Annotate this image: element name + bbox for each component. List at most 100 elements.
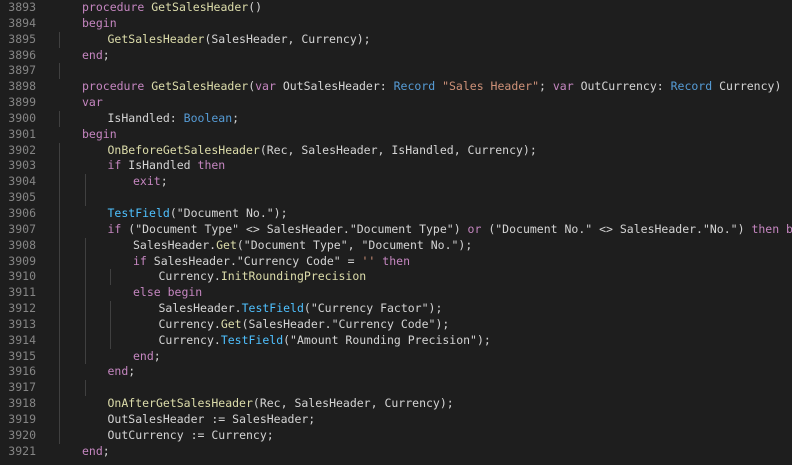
line-number: 3906 — [8, 205, 36, 220]
code-text: exit; — [133, 174, 168, 190]
code-line[interactable]: 3919 OutSalesHeader := SalesHeader; — [0, 411, 792, 428]
indent-guide — [84, 174, 86, 191]
line-number: 3898 — [8, 79, 36, 94]
code-line[interactable]: 3903 if IsHandled then — [0, 158, 792, 175]
code-token: ; — [102, 443, 110, 458]
code-token: Get — [216, 237, 237, 252]
indent-guide — [59, 411, 60, 428]
code-text: if ("Document Type" <> SalesHeader."Docu… — [108, 222, 792, 238]
code-line[interactable]: 3896 end; — [0, 48, 792, 64]
code-token: (Rec, SalesHeader, IsHandled, Currency); — [259, 142, 537, 157]
indent-guide — [59, 364, 60, 381]
code-token: end — [82, 47, 103, 62]
code-token: or — [467, 221, 482, 236]
code-line[interactable]: 3898 procedure GetSalesHeader(var OutSale… — [0, 79, 792, 95]
indent-guide — [59, 190, 60, 206]
code-token: ; — [539, 79, 553, 94]
code-token: OutSalesHeader: — [275, 79, 394, 94]
code-token: ("Currency Factor"); — [303, 301, 443, 316]
code-token: end — [107, 364, 129, 379]
indent-guide — [84, 348, 86, 365]
indent-guide — [110, 332, 111, 349]
code-text: end; — [82, 444, 110, 460]
code-token: '' — [361, 253, 376, 268]
code-text: procedure GetSalesHeader(var OutSalesHea… — [82, 79, 781, 95]
code-line[interactable]: 3909 if SalesHeader."Currency Code" = '' … — [0, 253, 792, 270]
code-token: () — [248, 0, 263, 14]
indent-guide — [59, 316, 60, 333]
code-token: ("Document Type", "Document No."); — [236, 237, 473, 252]
code-line[interactable]: 3920 OutCurrency := Currency; — [0, 427, 792, 444]
indent-guide — [59, 332, 60, 349]
code-token: Currency. — [158, 316, 221, 331]
code-text: begin — [82, 16, 117, 32]
code-line[interactable]: 3902 OnBeforeGetSalesHeader(Rec, SalesHea… — [0, 142, 792, 159]
indent-guide — [84, 190, 86, 206]
code-token: IsHandled — [121, 158, 198, 173]
code-line[interactable]: 3897 — [0, 63, 792, 80]
line-number: 3917 — [8, 380, 36, 395]
code-line[interactable]: 3913 Currency.Get(SalesHeader."Currency C… — [0, 316, 792, 333]
code-line[interactable]: 3910 Currency.InitRoundingPrecision — [0, 269, 792, 286]
code-token: (SalesHeader."Currency Code"); — [241, 316, 450, 331]
code-token: ("Document No."); — [169, 205, 288, 220]
code-line[interactable]: 3901 begin — [0, 127, 792, 143]
code-line[interactable]: 3899 var — [0, 95, 792, 111]
code-token: then — [382, 253, 410, 268]
indent-guide — [84, 237, 86, 254]
indent-guide — [84, 269, 86, 286]
code-line[interactable]: 3895 GetSalesHeader(SalesHeader, Currency… — [0, 31, 792, 48]
code-line[interactable]: 3908 SalesHeader.Get("Document Type", "Do… — [0, 237, 792, 254]
line-number: 3902 — [8, 142, 36, 157]
line-number: 3914 — [8, 332, 36, 347]
line-number: 3918 — [8, 396, 36, 411]
code-token: Currency) — [712, 79, 782, 94]
code-line[interactable]: 3906 TestField("Document No."); — [0, 205, 792, 222]
code-line[interactable]: 3918 OnAfterGetSalesHeader(Rec, SalesHead… — [0, 396, 792, 412]
code-line[interactable]: 3904 exit; — [0, 174, 792, 191]
code-text: OutCurrency := Currency; — [108, 428, 274, 444]
line-number: 3908 — [8, 237, 36, 252]
code-token: end — [133, 348, 154, 363]
indent-guide — [84, 253, 86, 270]
code-token: procedure — [82, 79, 152, 94]
indent-guide — [59, 158, 60, 175]
code-line[interactable]: 3915 end; — [0, 348, 792, 365]
code-text: GetSalesHeader(SalesHeader, Currency); — [108, 32, 371, 48]
code-token: end — [82, 443, 103, 458]
code-token: GetSalesHeader — [151, 79, 249, 94]
code-text: IsHandled: Boolean; — [108, 111, 240, 127]
indent-guide — [59, 31, 60, 48]
code-token: else begin — [133, 285, 203, 300]
line-number: 3916 — [8, 364, 36, 379]
code-line[interactable]: 3912 SalesHeader.TestField("Currency Fact… — [0, 301, 792, 317]
code-token: ; — [128, 364, 136, 379]
code-token: Get — [220, 316, 242, 331]
code-line[interactable]: 3916 end; — [0, 364, 792, 381]
code-line[interactable]: 3917 — [0, 380, 792, 397]
code-line[interactable]: 3900 IsHandled: Boolean; — [0, 110, 792, 127]
code-line[interactable]: 3921 end; — [0, 444, 792, 460]
line-number: 3921 — [8, 443, 36, 458]
code-text: if IsHandled then — [108, 158, 226, 174]
code-line[interactable]: 3905 — [0, 190, 792, 206]
code-token: ("Document No." <> SalesHeader."No.") — [481, 221, 752, 236]
code-line[interactable]: 3893 procedure GetSalesHeader() — [0, 0, 792, 16]
line-number: 3899 — [8, 95, 36, 110]
code-line[interactable]: 3894 begin — [0, 16, 792, 32]
code-editor[interactable]: 3893 procedure GetSalesHeader() 3894 begin 3… — [0, 0, 792, 465]
indent-guide — [110, 269, 111, 286]
indent-guide — [59, 221, 60, 238]
code-token: SalesHeader. — [158, 301, 242, 316]
code-token: Record — [393, 79, 436, 94]
indent-guide — [59, 110, 60, 127]
indent-guide — [110, 301, 111, 317]
code-line[interactable]: 3914 Currency.TestField("Amount Rounding … — [0, 332, 792, 349]
indent-guide — [84, 380, 86, 397]
code-token: if — [107, 221, 122, 236]
code-token: TestField — [220, 332, 284, 347]
code-token: GetSalesHeader — [151, 0, 249, 14]
code-line[interactable]: 3911 else begin — [0, 285, 792, 302]
code-line[interactable]: 3907 if ("Document Type" <> SalesHeader."… — [0, 221, 792, 238]
code-token: ; — [153, 348, 161, 363]
